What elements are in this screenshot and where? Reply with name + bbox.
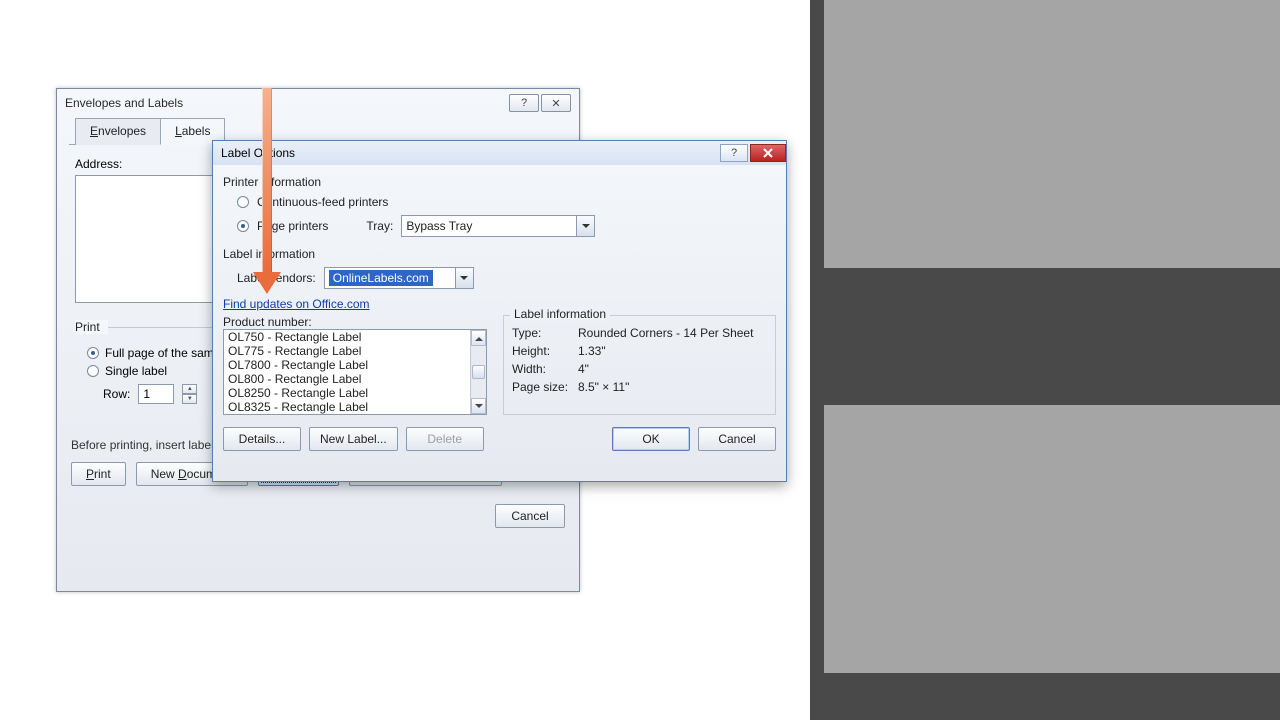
close-button[interactable]: ✕ [541, 94, 571, 112]
scrollbar-vertical[interactable] [470, 330, 486, 414]
label-vendors-select[interactable]: OnlineLabels.com [324, 267, 474, 289]
tray-label: Tray: [366, 219, 393, 233]
label-information-header: Label information [223, 247, 776, 261]
product-list-items: OL750 - Rectangle Label OL775 - Rectangl… [224, 330, 470, 414]
vendor-value: OnlineLabels.com [329, 270, 433, 286]
dialog-title: Label Options [221, 146, 295, 160]
type-value: Rounded Corners - 14 Per Sheet [578, 326, 753, 340]
dialog-titlebar: Label Options ? [213, 141, 786, 165]
decorative-block [824, 0, 1280, 268]
scroll-thumb[interactable] [472, 365, 485, 379]
list-item[interactable]: OL8325 - Rectangle Label [224, 400, 470, 414]
list-item[interactable]: OL775 - Rectangle Label [224, 344, 470, 358]
printer-information-header: Printer information [223, 175, 776, 189]
label-options-dialog: Label Options ? Printer information Cont… [212, 140, 787, 482]
radio-icon [237, 220, 249, 232]
tab-envelopes[interactable]: Envelopes [75, 118, 161, 145]
tab-label: nvelopes [98, 124, 146, 138]
radio-icon [237, 196, 249, 208]
tray-select[interactable]: Bypass Tray [401, 215, 595, 237]
scroll-up-icon[interactable] [471, 330, 486, 346]
dialog-titlebar: Envelopes and Labels ? ✕ [57, 89, 579, 117]
width-key: Width: [512, 362, 574, 376]
product-number-listbox[interactable]: OL750 - Rectangle Label OL775 - Rectangl… [223, 329, 487, 415]
type-key: Type: [512, 326, 574, 340]
decorative-block [824, 405, 1280, 673]
radio-page-printers[interactable]: Page printers Tray: Bypass Tray [237, 215, 776, 237]
height-value: 1.33" [578, 344, 606, 358]
scroll-down-icon[interactable] [471, 398, 486, 414]
product-number-label: Product number: [223, 315, 487, 329]
label-info-legend: Label information [510, 307, 610, 321]
help-button[interactable]: ? [509, 94, 539, 112]
help-button[interactable]: ? [720, 144, 748, 162]
close-button[interactable] [750, 144, 786, 162]
find-updates-link[interactable]: Find updates on Office.com [223, 297, 370, 311]
label-vendors-label: Label vendors: [237, 271, 316, 285]
list-item[interactable]: OL750 - Rectangle Label [224, 330, 470, 344]
details-button[interactable]: Details... [223, 427, 301, 451]
radio-icon [87, 365, 99, 377]
chevron-down-icon [455, 268, 473, 288]
list-item[interactable]: OL7800 - Rectangle Label [224, 358, 470, 372]
print-button[interactable]: Print [71, 462, 126, 486]
delete-button: Delete [406, 427, 484, 451]
list-item[interactable]: OL8250 - Rectangle Label [224, 386, 470, 400]
row-number-input[interactable]: 1 [138, 384, 174, 404]
page-size-key: Page size: [512, 380, 574, 394]
list-item[interactable]: OL800 - Rectangle Label [224, 372, 470, 386]
close-icon [763, 148, 773, 158]
cancel-button[interactable]: Cancel [495, 504, 565, 528]
page-size-value: 8.5" × 11" [578, 380, 629, 394]
row-spinner[interactable]: ▲▼ [182, 384, 197, 404]
tab-label: abels [182, 124, 211, 138]
radio-icon [87, 347, 99, 359]
row-label: Row: [103, 387, 130, 401]
dialog-title: Envelopes and Labels [65, 96, 183, 110]
background-right-panel [810, 0, 1280, 720]
ok-button[interactable]: OK [612, 427, 690, 451]
cancel-button[interactable]: Cancel [698, 427, 776, 451]
label-information-box: Label information Type:Rounded Corners -… [503, 315, 776, 415]
new-label-button[interactable]: New Label... [309, 427, 398, 451]
chevron-down-icon [576, 216, 594, 236]
tray-value: Bypass Tray [406, 219, 472, 233]
height-key: Height: [512, 344, 574, 358]
width-value: 4" [578, 362, 589, 376]
radio-continuous-feed[interactable]: Continuous-feed printers [237, 195, 776, 209]
